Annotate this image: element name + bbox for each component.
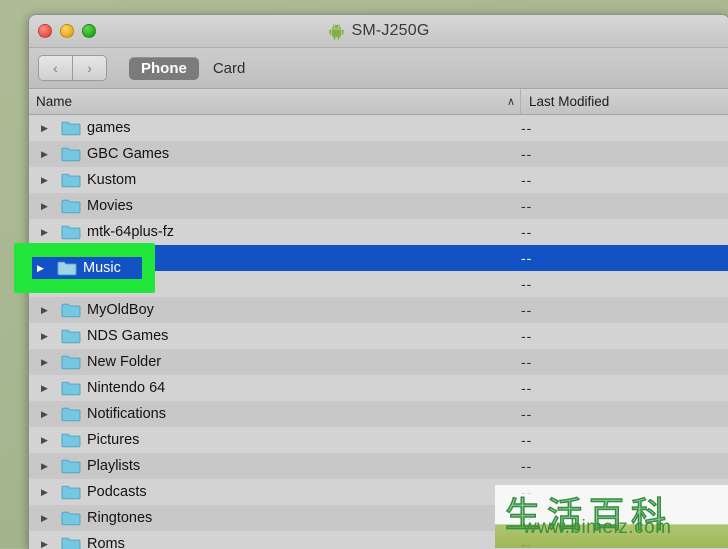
window-title: SM-J250G — [351, 22, 429, 40]
android-icon — [328, 23, 345, 40]
table-row[interactable]: ▶ Notifications -- — [29, 401, 728, 427]
column-header-name[interactable]: Name — [29, 94, 502, 109]
folder-icon — [57, 260, 77, 276]
last-modified-cell: -- — [521, 120, 532, 136]
last-modified-cell: -- — [521, 354, 532, 370]
annotated-row-label: Music — [83, 260, 121, 276]
table-row[interactable]: ▶ Ringtones -- — [29, 505, 728, 531]
file-name-cell: Movies — [87, 198, 133, 214]
file-name-cell: Podcasts — [87, 484, 147, 500]
disclosure-triangle-icon[interactable]: ▶ — [29, 175, 61, 186]
table-row[interactable]: ▶ games -- — [29, 115, 728, 141]
file-name-cell: New Folder — [87, 354, 161, 370]
back-button[interactable]: ‹ — [39, 56, 73, 80]
last-modified-cell: -- — [521, 432, 532, 448]
window-titlebar: SM-J250G — [29, 15, 728, 48]
last-modified-cell: -- — [521, 198, 532, 214]
folder-icon — [61, 510, 81, 526]
table-row[interactable]: ▶ NDS Games -- — [29, 323, 728, 349]
file-name-cell: GBC Games — [87, 146, 169, 162]
last-modified-cell: -- — [521, 484, 532, 500]
last-modified-cell: -- — [521, 250, 532, 266]
last-modified-cell: -- — [521, 302, 532, 318]
file-name-cell: Playlists — [87, 458, 140, 474]
folder-icon — [61, 406, 81, 422]
file-name-cell: Ringtones — [87, 510, 152, 526]
last-modified-cell: -- — [521, 172, 532, 188]
disclosure-triangle-icon[interactable]: ▶ — [29, 357, 61, 368]
file-name-cell: Notifications — [87, 406, 166, 422]
disclosure-triangle-icon[interactable]: ▶ — [29, 123, 61, 134]
last-modified-cell: -- — [521, 536, 532, 549]
storage-tabs: Phone Card — [129, 57, 257, 80]
file-name-cell: games — [87, 120, 131, 136]
disclosure-triangle-icon[interactable]: ▶ — [29, 435, 61, 446]
folder-icon — [61, 198, 81, 214]
disclosure-triangle-icon[interactable]: ▶ — [29, 383, 61, 394]
folder-icon — [61, 484, 81, 500]
table-row[interactable]: ▶ Pictures -- — [29, 427, 728, 453]
table-row[interactable]: ▶ Nintendo 64 -- — [29, 375, 728, 401]
folder-icon — [61, 536, 81, 549]
disclosure-triangle-icon[interactable]: ▶ — [29, 539, 61, 549]
table-row[interactable]: ▶ Playlists -- — [29, 453, 728, 479]
table-row[interactable]: ▶ MyOldBoy -- — [29, 297, 728, 323]
table-row[interactable]: ▶ mtk-64plus-fz -- — [29, 219, 728, 245]
annotated-selected-row[interactable]: ▶ Music — [32, 257, 142, 279]
table-row[interactable]: ▶ New Folder -- — [29, 349, 728, 375]
table-row[interactable]: ▶ GBC Games -- — [29, 141, 728, 167]
folder-icon — [61, 120, 81, 136]
table-row[interactable]: ▶ Movies -- — [29, 193, 728, 219]
annotation-highlight-box: ▶ Music — [14, 243, 155, 293]
disclosure-triangle-icon[interactable]: ▶ — [29, 513, 61, 524]
disclosure-triangle-icon[interactable]: ▶ — [29, 487, 61, 498]
last-modified-cell: -- — [521, 224, 532, 240]
folder-icon — [61, 224, 81, 240]
folder-icon — [61, 172, 81, 188]
file-name-cell: NDS Games — [87, 328, 168, 344]
disclosure-triangle-icon[interactable]: ▶ — [29, 227, 61, 238]
file-name-cell: mtk-64plus-fz — [87, 224, 174, 240]
sort-ascending-icon[interactable]: ∧ — [502, 95, 520, 108]
toolbar: ‹ › Phone Card — [29, 48, 728, 89]
last-modified-cell: -- — [521, 510, 532, 526]
disclosure-triangle-icon[interactable]: ▶ — [32, 263, 57, 274]
file-name-cell: Pictures — [87, 432, 139, 448]
file-list[interactable]: ▶ games -- ▶ GBC Games -- ▶ Kustom -- ▶ Movies -- ▶ m… — [29, 115, 728, 549]
table-row[interactable]: ▶ Roms -- — [29, 531, 728, 549]
file-name-cell: Kustom — [87, 172, 136, 188]
file-name-cell: Roms — [87, 536, 125, 549]
window-title-group: SM-J250G — [29, 15, 728, 47]
last-modified-cell: -- — [521, 276, 532, 292]
forward-button[interactable]: › — [73, 56, 106, 80]
disclosure-triangle-icon[interactable]: ▶ — [29, 305, 61, 316]
last-modified-cell: -- — [521, 328, 532, 344]
folder-icon — [61, 328, 81, 344]
folder-icon — [61, 432, 81, 448]
last-modified-cell: -- — [521, 146, 532, 162]
tab-card[interactable]: Card — [201, 57, 258, 80]
column-header-last-modified[interactable]: Last Modified — [520, 89, 728, 114]
folder-icon — [61, 302, 81, 318]
disclosure-triangle-icon[interactable]: ▶ — [29, 409, 61, 420]
last-modified-cell: -- — [521, 458, 532, 474]
file-name-cell: MyOldBoy — [87, 302, 154, 318]
folder-icon — [61, 458, 81, 474]
disclosure-triangle-icon[interactable]: ▶ — [29, 461, 61, 472]
file-name-cell: Nintendo 64 — [87, 380, 165, 396]
table-row[interactable]: ▶ Kustom -- — [29, 167, 728, 193]
table-row[interactable]: ▶ Podcasts -- — [29, 479, 728, 505]
column-headers: Name ∧ Last Modified — [29, 89, 728, 115]
folder-icon — [61, 380, 81, 396]
last-modified-cell: -- — [521, 380, 532, 396]
folder-icon — [61, 354, 81, 370]
disclosure-triangle-icon[interactable]: ▶ — [29, 201, 61, 212]
navigation-buttons: ‹ › — [38, 55, 107, 81]
last-modified-cell: -- — [521, 406, 532, 422]
tab-phone[interactable]: Phone — [129, 57, 199, 80]
disclosure-triangle-icon[interactable]: ▶ — [29, 331, 61, 342]
folder-icon — [61, 146, 81, 162]
disclosure-triangle-icon[interactable]: ▶ — [29, 149, 61, 160]
